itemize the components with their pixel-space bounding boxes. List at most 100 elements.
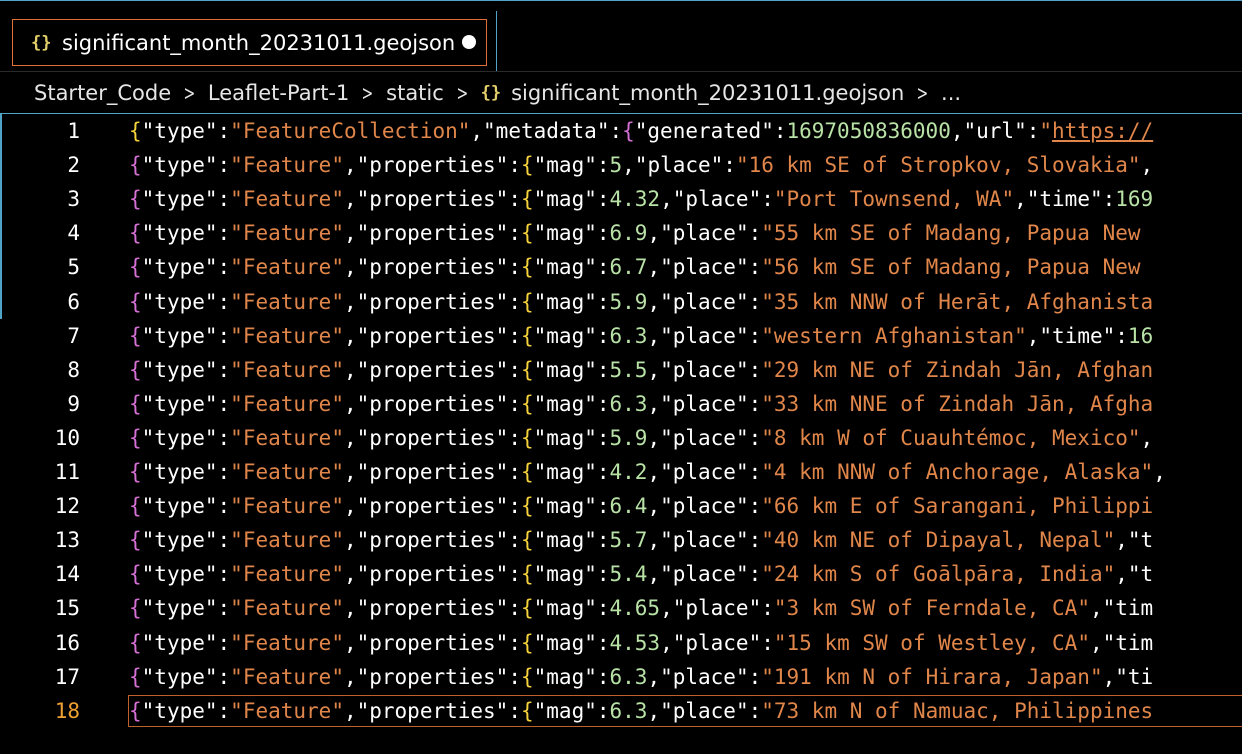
key-token: , <box>1153 460 1166 484</box>
string-token: "66 km E of Sarangani, Philippi <box>761 494 1154 519</box>
key-token: "mag": <box>533 255 610 280</box>
key-token: "mag": <box>533 425 610 450</box>
key-token: "type": <box>141 357 231 382</box>
key-token: ,"place": <box>647 425 762 450</box>
chevron-right-icon: > <box>456 80 469 105</box>
string-token: " <box>1127 153 1141 178</box>
breadcrumb-item-starter-code[interactable]: Starter_Code <box>34 81 171 105</box>
code-editor[interactable]: 1 {"type":"FeatureCollection","metadata":… <box>0 114 1242 754</box>
bracket-token: { <box>520 391 534 416</box>
bracket-token: { <box>129 425 142 450</box>
code-line[interactable]: 12 {"type":"Feature","properties":{"mag":… <box>0 489 1242 523</box>
key-token: ,"place": <box>647 664 762 689</box>
string-token: "15 km SW of Westley, CA <box>773 630 1078 655</box>
string-token: "Feature" <box>230 664 344 689</box>
key-token: ,"properties": <box>343 255 521 280</box>
code-line[interactable]: 15 {"type":"Feature","properties":{"mag":… <box>0 591 1242 625</box>
string-token: " <box>1077 596 1090 621</box>
key-token: ,"properties": <box>343 562 521 587</box>
code-line[interactable]: 16 {"type":"Feature","properties":{"mag":… <box>0 626 1242 660</box>
unsaved-dot-icon[interactable] <box>462 35 476 49</box>
key-token: ,"place": <box>647 357 762 382</box>
number-token: 4.32 <box>609 187 661 212</box>
key-token: "type": <box>141 460 231 484</box>
key-token: ,"time": <box>1026 323 1128 348</box>
bracket-token: { <box>520 698 534 723</box>
key-token: "mag": <box>533 357 610 382</box>
key-token: ,"time": <box>1014 187 1116 212</box>
key-token: "mag": <box>533 528 610 553</box>
code-text: {"type":"Feature","properties":{"mag":6.… <box>129 216 1141 250</box>
bracket-token: { <box>129 221 142 246</box>
code-line[interactable]: 8 {"type":"Feature","properties":{"mag":5… <box>0 353 1242 387</box>
number-token: 5 <box>609 153 623 178</box>
number-token: 169 <box>1115 187 1154 212</box>
key-token: ,"properties": <box>343 391 521 416</box>
key-token: "type": <box>141 187 231 212</box>
bracket-token: { <box>520 460 534 484</box>
string-token: "Feature" <box>230 494 344 519</box>
key-token: "mag": <box>533 460 610 484</box>
code-line[interactable]: 4 {"type":"Feature","properties":{"mag":6… <box>0 216 1242 250</box>
breadcrumb-item-leaflet-part-1[interactable]: Leaflet-Part-1 <box>208 81 349 105</box>
line-number: 4 <box>67 221 80 246</box>
number-token: 6.3 <box>609 323 648 348</box>
key-token: ,"tim <box>1089 596 1154 621</box>
code-line[interactable]: 6 {"type":"Feature","properties":{"mag":5… <box>0 285 1242 319</box>
string-token: "8 km W of Cuauhtémoc, Mexico <box>761 425 1128 450</box>
number-token: 6.4 <box>609 494 648 519</box>
code-line[interactable]: 9 {"type":"Feature","properties":{"mag":6… <box>0 387 1242 421</box>
key-token: ,"place": <box>660 596 774 621</box>
tab-geojson-file[interactable]: {} significant_month_20231011.geojson <box>12 19 487 66</box>
bracket-token: { <box>520 596 534 621</box>
key-token: ,"properties": <box>343 630 521 655</box>
number-token: 6.3 <box>609 391 648 416</box>
key-token: ,"place": <box>622 153 736 178</box>
key-token: ,"t <box>1115 562 1154 587</box>
code-text: {"type":"Feature","properties":{"mag":5.… <box>129 523 1153 557</box>
breadcrumb-item-file[interactable]: significant_month_20231011.geojson <box>511 81 904 105</box>
editor-window: {} significant_month_20231011.geojson St… <box>0 0 1242 754</box>
string-token: " <box>1039 119 1053 143</box>
code-text: {"type":"Feature","properties":{"mag":5.… <box>129 421 1153 455</box>
bracket-token: { <box>520 187 534 212</box>
bracket-token: { <box>129 460 142 484</box>
tab-label: significant_month_20231011.geojson <box>62 30 456 55</box>
string-token: "FeatureCollection" <box>230 119 471 143</box>
code-text: {"type":"Feature","properties":{"mag":6.… <box>129 489 1153 523</box>
code-line[interactable]: 10 {"type":"Feature","properties":{"mag":… <box>0 421 1242 455</box>
key-token: "type": <box>141 664 231 689</box>
code-line[interactable]: 1 {"type":"FeatureCollection","metadata":… <box>0 114 1242 148</box>
string-token: "Feature" <box>230 289 344 314</box>
key-token: "type": <box>141 255 231 280</box>
string-token: "Feature" <box>230 562 344 587</box>
string-token: "Feature" <box>230 323 344 348</box>
key-token: ,"place": <box>647 323 762 348</box>
key-token: ,"place": <box>647 528 762 553</box>
key-token: ,"tim <box>1089 630 1154 655</box>
key-token: ,"properties": <box>343 460 521 484</box>
bracket-token: { <box>520 494 534 519</box>
code-line[interactable]: 18 {"type":"Feature","properties":{"mag":… <box>0 694 1242 728</box>
code-line[interactable]: 17 {"type":"Feature","properties":{"mag":… <box>0 660 1242 694</box>
bracket-token: { <box>520 357 534 382</box>
breadcrumb: Starter_Code > Leaflet-Part-1 > static >… <box>0 72 1242 114</box>
string-token: "3 km SW of Ferndale, CA <box>773 596 1078 621</box>
key-token: ,"properties": <box>343 596 521 621</box>
code-line[interactable]: 5 {"type":"Feature","properties":{"mag":6… <box>0 250 1242 284</box>
code-line[interactable]: 7 {"type":"Feature","properties":{"mag":6… <box>0 319 1242 353</box>
string-token: "Feature" <box>230 425 344 450</box>
breadcrumb-item-static[interactable]: static <box>386 81 444 105</box>
json-braces-icon: {} <box>31 32 52 53</box>
code-line[interactable]: 3 {"type":"Feature","properties":{"mag":4… <box>0 182 1242 216</box>
code-line[interactable]: 11 {"type":"Feature","properties":{"mag":… <box>0 455 1242 489</box>
key-token: "generated": <box>634 119 787 143</box>
key-token: "mag": <box>533 562 610 587</box>
code-line[interactable]: 14 {"type":"Feature","properties":{"mag":… <box>0 557 1242 591</box>
code-line[interactable]: 13 {"type":"Feature","properties":{"mag":… <box>0 523 1242 557</box>
code-text: {"type":"FeatureCollection","metadata":{… <box>129 114 1153 148</box>
code-line[interactable]: 2 {"type":"Feature","properties":{"mag":5… <box>0 148 1242 182</box>
key-token: ,"place": <box>647 391 762 416</box>
breadcrumb-ellipsis[interactable]: ... <box>941 81 961 105</box>
bracket-token: { <box>520 323 534 348</box>
